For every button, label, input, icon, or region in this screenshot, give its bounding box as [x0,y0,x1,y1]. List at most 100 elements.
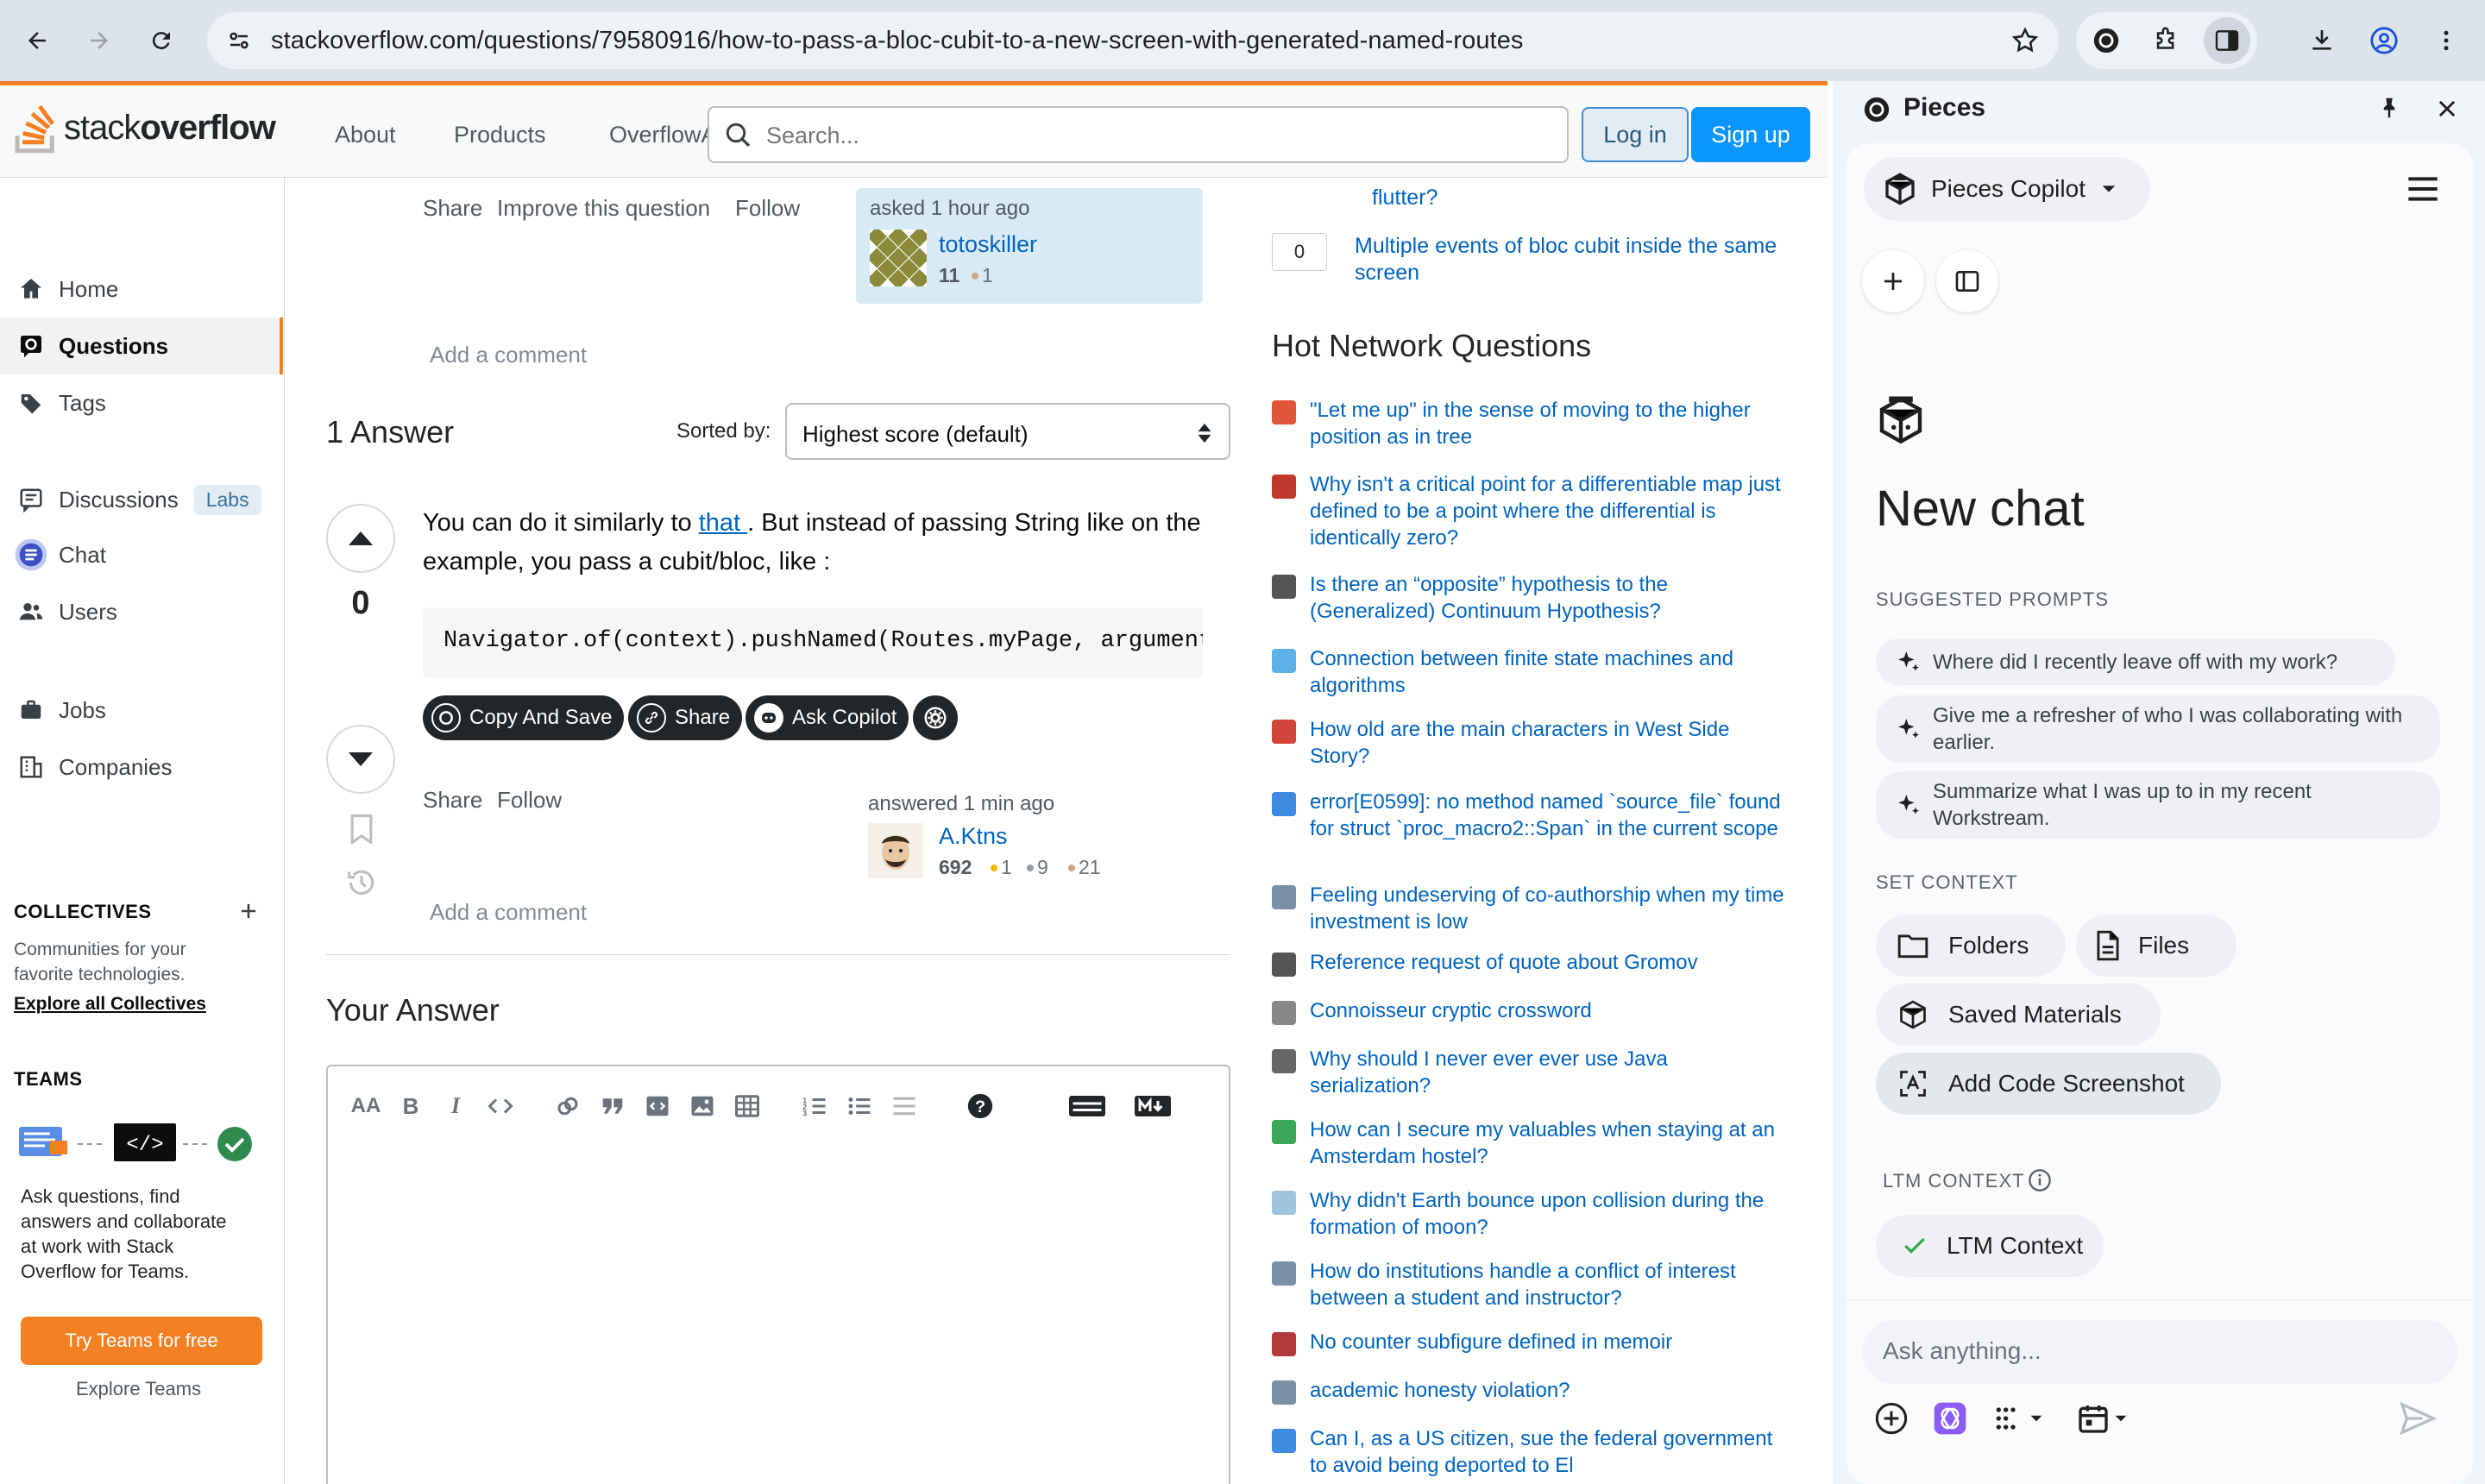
horizontal-rule-icon[interactable] [889,1091,920,1122]
upvote-button[interactable] [326,504,395,573]
pieces-extension-icon[interactable] [2083,17,2130,64]
side-panel-icon[interactable] [2204,17,2250,64]
hamburger-menu-icon[interactable] [2406,176,2440,202]
numbered-list-icon[interactable]: 123 [799,1091,830,1122]
related-question-partial[interactable]: flutter? [1372,185,1438,211]
try-teams-button[interactable]: Try Teams for free [21,1317,262,1365]
copilot-selector[interactable]: Pieces Copilot [1864,157,2150,221]
explore-collectives-link[interactable]: Explore all Collectives [14,994,206,1015]
answerer-avatar[interactable] [868,823,923,878]
stackoverflow-logo[interactable]: stackoverflow [12,101,276,154]
context-folders-chip[interactable]: Folders [1876,915,2066,977]
suggested-prompt-1[interactable]: Where did I recently leave off with my w… [1876,638,2395,685]
sort-select[interactable]: Highest score (default) [785,403,1230,460]
forward-button[interactable] [76,17,123,64]
hot-question-link[interactable]: Can I, as a US citizen, sue the federal … [1310,1425,1793,1479]
hot-question-link[interactable]: Why isn't a critical point for a differe… [1310,471,1793,551]
time-range-button[interactable] [2076,1401,2128,1436]
context-code-screenshot-chip[interactable]: Add Code Screenshot [1876,1053,2221,1115]
hot-question-link[interactable]: error[E0599]: no method named `source_fi… [1310,789,1793,842]
new-chat-button[interactable] [1862,250,1924,312]
close-icon[interactable] [2435,97,2459,121]
bold-icon[interactable]: B [395,1091,426,1122]
address-bar[interactable]: stackoverflow.com/questions/79580916/how… [207,12,2059,69]
bulleted-list-icon[interactable] [844,1091,875,1122]
hot-question-link[interactable]: How do institutions handle a conflict of… [1310,1258,1793,1311]
question-follow-link[interactable]: Follow [735,195,800,222]
related-question-link[interactable]: Multiple events of bloc cubit inside the… [1355,233,1803,286]
hot-question-link[interactable]: How can I secure my valuables when stayi… [1310,1116,1793,1170]
asker-name[interactable]: totoskiller [939,231,1037,258]
help-icon[interactable]: ? [965,1091,996,1122]
hot-question-link[interactable]: How old are the main characters in West … [1310,716,1793,770]
heading-format-icon[interactable]: AA [350,1091,381,1122]
ask-copilot-button[interactable]: Ask Copilot [746,695,909,740]
improve-question-link[interactable]: Improve this question [497,195,710,222]
ltm-context-chip[interactable]: LTM Context [1876,1215,2104,1277]
ask-input[interactable]: Ask anything... [1862,1320,2457,1384]
send-button[interactable] [2399,1401,2437,1436]
nav-products[interactable]: Products [454,122,546,148]
question-share-link[interactable]: Share [423,195,482,222]
pieces-settings-button[interactable] [913,695,958,740]
sidebar-item-chat[interactable]: Chat [0,526,283,583]
nav-about[interactable]: About [335,122,396,148]
sidebar-item-questions[interactable]: Questions [0,318,283,374]
sidebar-item-users[interactable]: Users [0,583,283,640]
copy-and-save-button[interactable]: Copy And Save [423,695,625,740]
answer-add-comment[interactable]: Add a comment [430,899,587,926]
table-icon[interactable] [732,1091,763,1122]
hot-question-link[interactable]: Feeling undeserving of co-authorship whe… [1310,882,1793,935]
model-selector-button[interactable] [1933,1401,1967,1436]
question-add-comment[interactable]: Add a comment [430,342,587,368]
hot-question-link[interactable]: "Let me up" in the sense of moving to th… [1310,397,1793,450]
pin-icon[interactable] [2376,95,2402,121]
asker-avatar[interactable] [870,230,927,286]
context-files-chip[interactable]: Files [2076,915,2236,977]
sidebar-item-companies[interactable]: Companies [0,739,283,795]
toggle-sidebar-button[interactable] [1936,250,1998,312]
sidebar-item-jobs[interactable]: Jobs [0,682,283,739]
hot-question-link[interactable]: Connection between finite state machines… [1310,645,1793,699]
add-collective-icon[interactable] [236,899,261,923]
downvote-button[interactable] [326,725,395,794]
hot-question-link[interactable]: Reference request of quote about Gromov [1310,949,1793,976]
blockquote-icon[interactable] [597,1091,628,1122]
search-box[interactable] [708,106,1569,163]
italic-icon[interactable]: I [440,1091,471,1122]
sidebar-item-discussions[interactable]: Discussions Labs [0,471,283,528]
menu-button[interactable] [2423,17,2469,64]
answer-link[interactable]: that [699,509,747,537]
hot-question-link[interactable]: Why didn't Earth bounce upon collision d… [1310,1187,1793,1241]
code-icon[interactable] [485,1091,516,1122]
hot-question-link[interactable]: academic honesty violation? [1310,1377,1793,1404]
image-icon[interactable] [687,1091,718,1122]
code-snippet-icon[interactable] [642,1091,673,1122]
search-input[interactable] [766,123,1543,149]
suggested-prompt-2[interactable]: Give me a refresher of who I was collabo… [1876,695,2440,763]
hot-question-link[interactable]: Connoisseur cryptic crossword [1310,997,1793,1024]
code-block[interactable]: Navigator.of(context).pushNamed(Routes.m… [423,607,1203,678]
link-icon[interactable] [552,1091,583,1122]
context-saved-materials-chip[interactable]: Saved Materials [1876,984,2161,1046]
suggested-prompt-3[interactable]: Summarize what I was up to in my recent … [1876,771,2440,839]
ltm-scope-button[interactable] [1991,1401,2043,1436]
rich-text-mode-icon[interactable] [1066,1091,1108,1122]
sidebar-item-home[interactable]: Home [0,261,283,318]
answer-follow-link[interactable]: Follow [497,787,562,814]
profile-button[interactable] [2361,17,2407,64]
answer-editor[interactable]: AA B I 123 ? [326,1065,1230,1484]
bookmark-icon[interactable] [349,814,374,844]
sidebar-item-tags[interactable]: Tags [0,374,283,431]
answer-share-link[interactable]: Share [423,787,482,814]
explore-teams-link[interactable]: Explore Teams [76,1378,201,1400]
signup-button[interactable]: Sign up [1691,107,1810,162]
reload-button[interactable] [138,17,185,64]
answerer-name[interactable]: A.Ktns [939,823,1008,850]
share-snippet-button[interactable]: Share [628,695,743,740]
markdown-mode-icon[interactable] [1132,1091,1173,1122]
hot-question-link[interactable]: No counter subfigure defined in memoir [1310,1329,1793,1355]
hot-question-link[interactable]: Is there an “opposite” hypothesis to the… [1310,571,1793,625]
login-button[interactable]: Log in [1582,107,1689,162]
history-icon[interactable] [345,866,378,899]
